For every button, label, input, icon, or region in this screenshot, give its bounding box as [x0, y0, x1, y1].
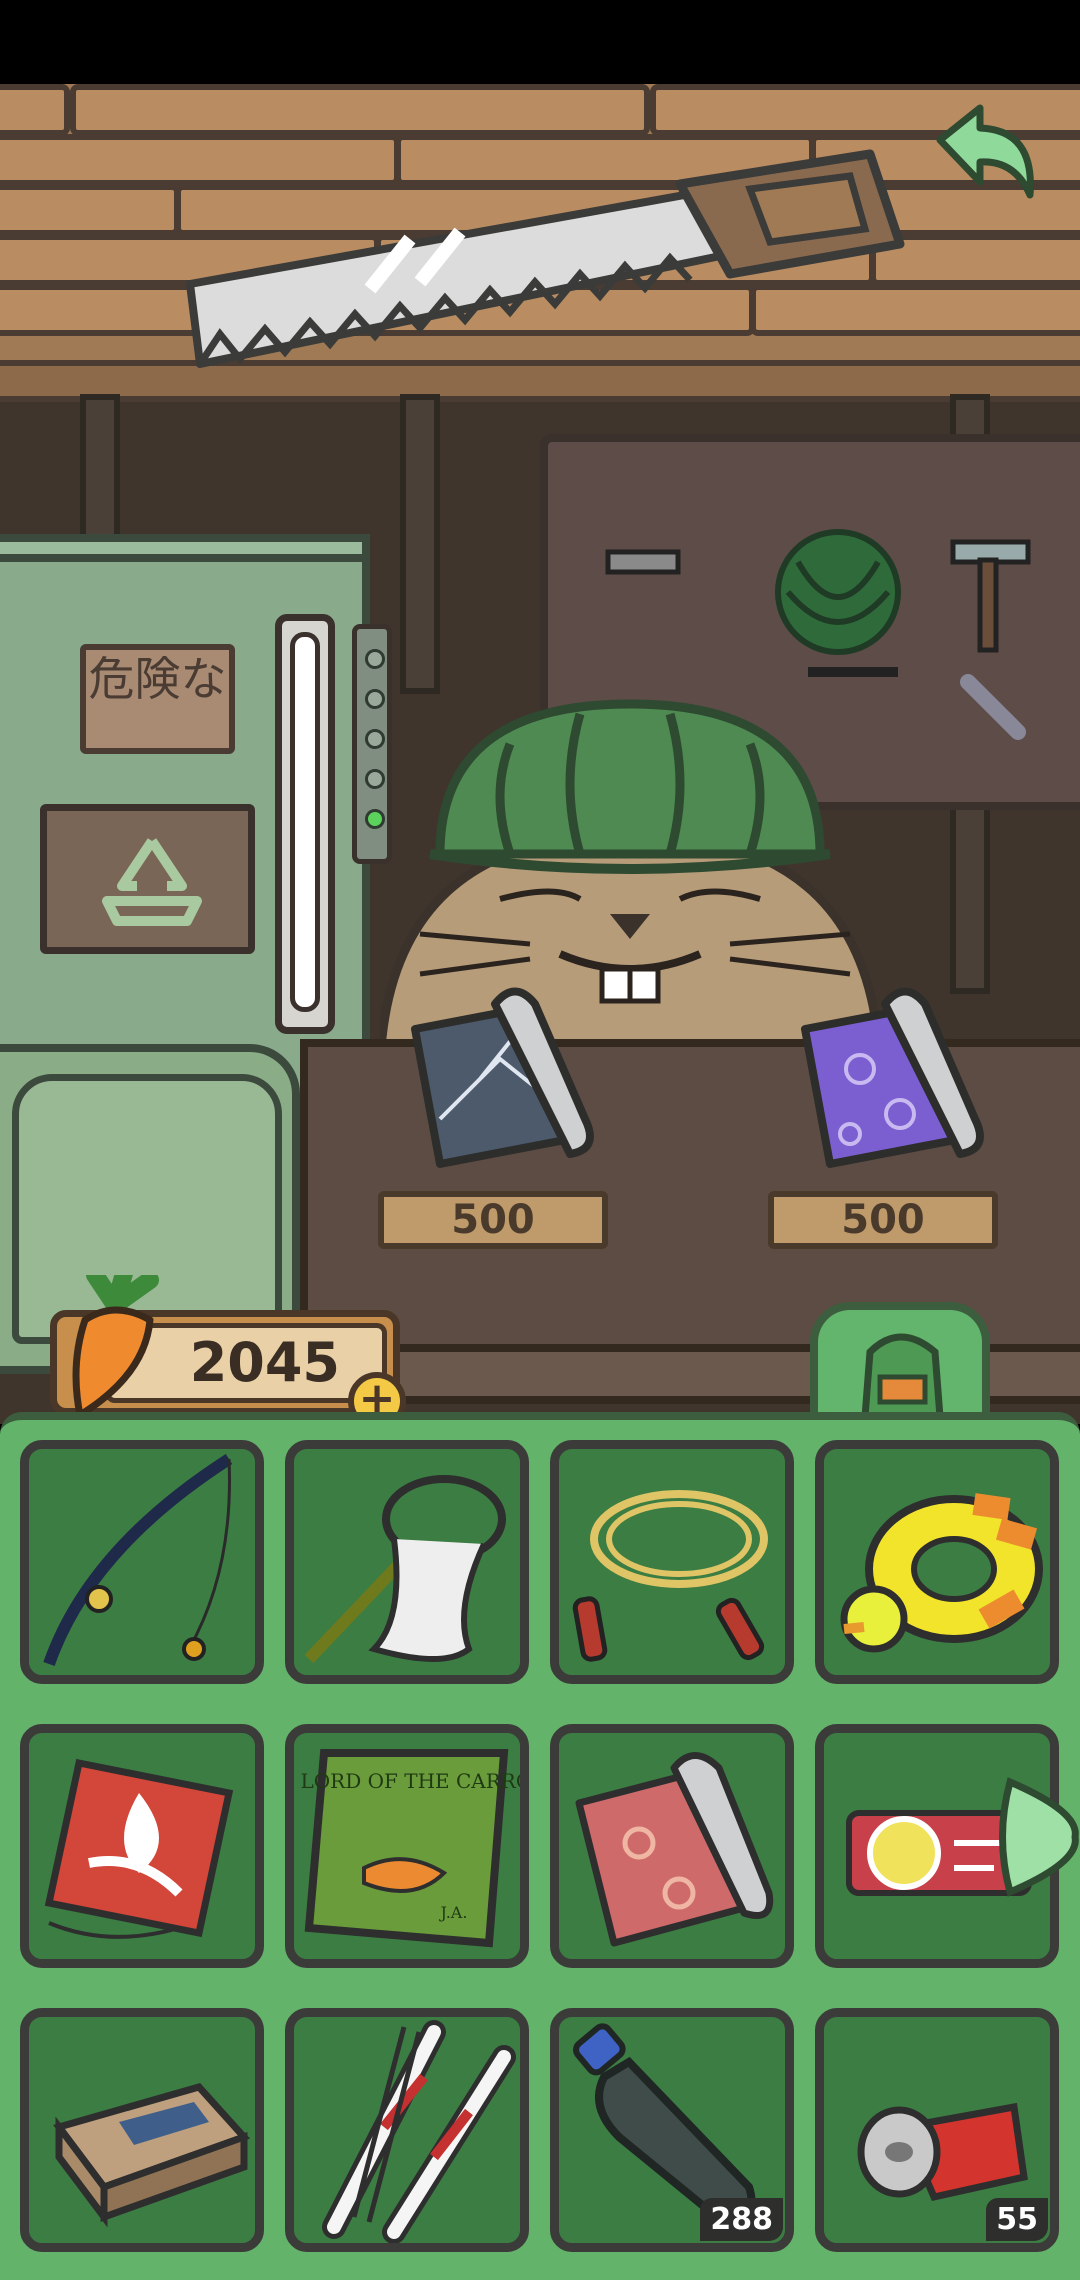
- inventory-slot[interactable]: [285, 2008, 529, 2252]
- duck-swim-ring-icon: [840, 1493, 1043, 1653]
- back-arrow-icon[interactable]: [920, 100, 1050, 210]
- inventory-slot[interactable]: [20, 1724, 264, 1968]
- inventory-slot[interactable]: [20, 2008, 264, 2252]
- inventory-slot[interactable]: [815, 1440, 1059, 1684]
- skis-icon: [322, 2020, 516, 2243]
- shop-item-purple-fabric-price: 500: [768, 1191, 998, 1249]
- shop-item-purple-fabric[interactable]: [790, 979, 1010, 1179]
- book-title-text: THE LORD OF THE CARROTS: [294, 1769, 520, 1793]
- item-count-badge: 288: [700, 2198, 783, 2241]
- gauge-tube: [290, 632, 320, 1012]
- inventory-slot[interactable]: [285, 1440, 529, 1684]
- saw-icon: [186, 149, 905, 368]
- fishing-rod-icon: [43, 1453, 233, 1666]
- shop-item-dark-fabric[interactable]: [400, 979, 620, 1179]
- recycle-box: [40, 804, 255, 954]
- book-author-text: J.A.: [439, 1903, 468, 1922]
- workshop-scene: 危険な 500 500: [0, 84, 1080, 1424]
- inventory-slot[interactable]: THE LORD OF THE CARROTS J.A.: [285, 1724, 529, 1968]
- bug-net-icon: [304, 1475, 506, 1664]
- inventory-slot[interactable]: [20, 1440, 264, 1684]
- scroll-right-arrow-icon[interactable]: [990, 1772, 1080, 1902]
- red-kite-icon: [44, 1758, 234, 1939]
- item-count-badge: 55: [986, 2198, 1048, 2241]
- matchbox-icon: [53, 2083, 251, 2228]
- inventory-slot[interactable]: 55: [815, 2008, 1059, 2252]
- status-bar: [0, 0, 1080, 84]
- inventory-slot[interactable]: [550, 1724, 794, 1968]
- pink-fabric-roll-icon: [575, 1752, 774, 1947]
- carrot-count: 2045: [189, 1331, 340, 1394]
- dark-blue-fabric-roll-icon: [411, 987, 594, 1168]
- lord-of-the-carrots-book-icon: THE LORD OF THE CARROTS J.A.: [294, 1749, 520, 1948]
- purple-flower-fabric-roll-icon: [801, 987, 984, 1168]
- inventory-slot[interactable]: 288: [550, 2008, 794, 2252]
- jump-rope-icon: [572, 1490, 768, 1662]
- danger-sign: 危険な: [80, 644, 235, 754]
- recycle-icon: [102, 838, 202, 926]
- shop-item-dark-fabric-price: 500: [378, 1191, 608, 1249]
- inventory-slot[interactable]: [550, 1440, 794, 1684]
